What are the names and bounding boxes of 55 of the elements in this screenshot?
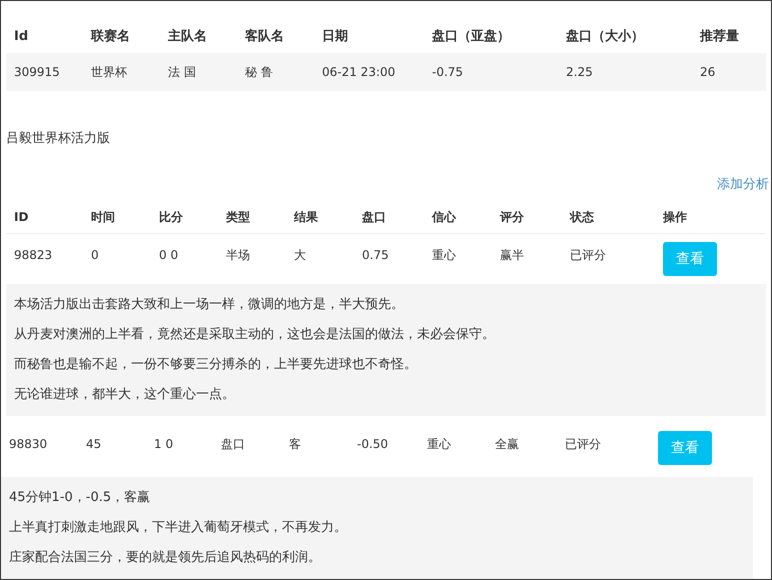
column-header: Id [13,28,30,46]
column-header: 主队名 [167,28,208,46]
column-header: 评分 [498,208,525,226]
table-cell-text: 1 0 [153,436,174,453]
column-header: ID [13,208,30,226]
table-cell-text: 已评分 [569,247,607,264]
table-cell-text: 盘口 [220,436,246,453]
column-header: 日期 [321,28,349,46]
table-cell-text: 半场 [225,247,251,264]
column-header: 信心 [430,208,458,226]
comment-text: 庄家配合法国三分，要的就是领先后追风热码的利润。 [9,549,322,567]
table-cell-text: 0 0 [158,247,180,264]
table-cell-text: 0.75 [361,247,390,264]
table-cell-text: 已评分 [564,436,602,453]
column-header: 类型 [225,208,251,226]
table-cell-text: 大 [293,247,307,264]
table-cell-text: 98823 [13,247,54,264]
table-cell-text: -0.50 [356,436,390,453]
table-cell-text: -0.75 [431,64,464,81]
column-header: 比分 [158,208,184,226]
table-cell-text: 45 [85,436,102,453]
column-header: 时间 [90,208,116,226]
table-cell-text: 全赢 [494,436,520,453]
comment-text: 上半真打刺激走地跟风，下半进入葡萄牙模式，不再发力。 [9,519,348,537]
view-button[interactable]: 查看 [658,431,712,465]
comment-text: 从丹麦对澳洲的上半看，竟然还是采取主动的，这也会是法国的做法，未必会保守。 [14,326,496,344]
column-header: 客队名 [244,28,285,46]
table-cell-text: 法 国 [167,64,197,81]
table-cell-text: 重心 [426,436,452,453]
table-cell-text: 重心 [431,247,457,264]
column-header: 操作 [662,208,688,226]
comment-text: 无论谁进球，都半大，这个重心一点。 [14,386,236,404]
column-header: 推荐量 [698,28,740,46]
table-cell-text: 秘 鲁 [244,64,274,81]
table-cell-text: 309915 [13,64,61,81]
column-header: 盘口 [361,208,387,226]
section-title: 吕毅世界杯活力版 [6,131,110,146]
table-cell-text: 世界杯 [90,64,128,81]
table-cell-text: 26 [699,64,716,81]
column-header: 状态 [568,208,595,226]
comment-text: 本场活力版出击套路大致和上一场一样，微调的地方是，半大预先。 [14,296,405,314]
table-cell-text: 客 [288,436,302,453]
table-cell-text: 98830 [8,436,48,453]
comment-text: 而秘鲁也是输不起，一份不够要三分搏杀的，上半要先进球也不奇怪。 [14,356,418,374]
column-header: 联赛名 [90,28,131,46]
view-button[interactable]: 查看 [663,242,717,276]
table-cell-text: 0 [90,247,100,264]
column-header: 结果 [292,208,319,226]
column-header: 盘口（亚盘） [431,28,511,46]
column-header: 盘口（大小） [565,28,645,46]
comment-text: 45分钟1-0，-0.5，客赢 [9,489,152,507]
add-analysis-link[interactable]: 添加分析 [717,174,769,194]
table-cell-text: 赢半 [499,247,525,264]
table-cell-text: 06-21 23:00 [321,64,396,81]
table-cell-text: 2.25 [565,64,594,81]
